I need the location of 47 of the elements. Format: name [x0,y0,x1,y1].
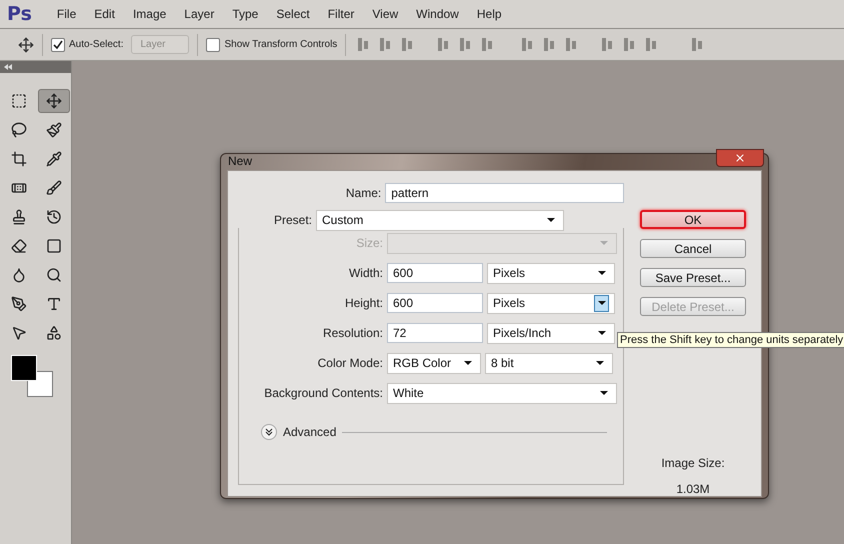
color-mode-label: Color Mode: [316,356,383,370]
tooltip: Press the Shift key to change units separately [617,332,844,348]
chevron-down-icon [265,428,273,436]
color-mode-select[interactable]: RGB Color [387,352,481,374]
advanced-label: Advanced [283,425,336,439]
menu-item[interactable]: File [48,7,86,21]
size-label: Size: [355,236,383,250]
collapse-icon[interactable] [4,64,12,70]
background-label: Background Contents: [263,386,383,400]
expand-button[interactable] [261,424,277,440]
background-select[interactable]: White [387,382,617,404]
dialog-button[interactable]: Save Preset... [640,268,746,287]
transform-controls-checkbox[interactable]: Show Transform Controls [206,38,338,52]
app-logo: Ps [6,3,33,25]
close-icon[interactable] [734,152,746,164]
name-label: Name: [344,186,382,200]
dimension-field[interactable]: 72 [387,323,483,343]
menu-item[interactable]: Type [223,7,268,21]
bit-depth-select[interactable]: 8 bit [485,352,613,374]
dialog-button[interactable]: OK [640,210,746,229]
dialog-title: New [228,154,252,168]
menu-item[interactable]: Help [468,7,511,21]
unit-select[interactable]: Pixels/Inch [487,322,615,344]
menu-item[interactable]: Image [124,7,176,21]
move-icon[interactable] [38,89,70,113]
menu-item[interactable]: Edit [85,7,124,21]
auto-select-checkbox[interactable]: Auto-Select: [51,38,124,52]
preset-select[interactable]: Custom [316,210,564,230]
menu-item[interactable]: Layer [175,7,224,21]
image-size-label: Image Size: [661,456,725,470]
move-icon[interactable] [18,36,34,52]
menu-item[interactable]: Window [407,7,468,21]
close-button[interactable] [716,149,764,167]
menu-item[interactable]: Select [267,7,319,21]
dimension-field[interactable]: 600 [387,293,483,313]
image-size-value: 1.03M [676,482,710,496]
menu-item[interactable]: Filter [318,7,364,21]
checkmark-icon [53,40,63,50]
dimension-field[interactable]: 600 [387,263,483,283]
name-field[interactable]: pattern [385,183,624,203]
dimension-label: Resolution: [322,326,383,340]
menu-item[interactable]: View [363,7,408,21]
unit-select[interactable]: Pixels [487,262,615,284]
unit-select[interactable]: Pixels [487,292,615,314]
dimension-label: Height: [344,296,383,310]
dimension-label: Width: [348,266,383,280]
dialog-button[interactable]: Cancel [640,239,746,258]
